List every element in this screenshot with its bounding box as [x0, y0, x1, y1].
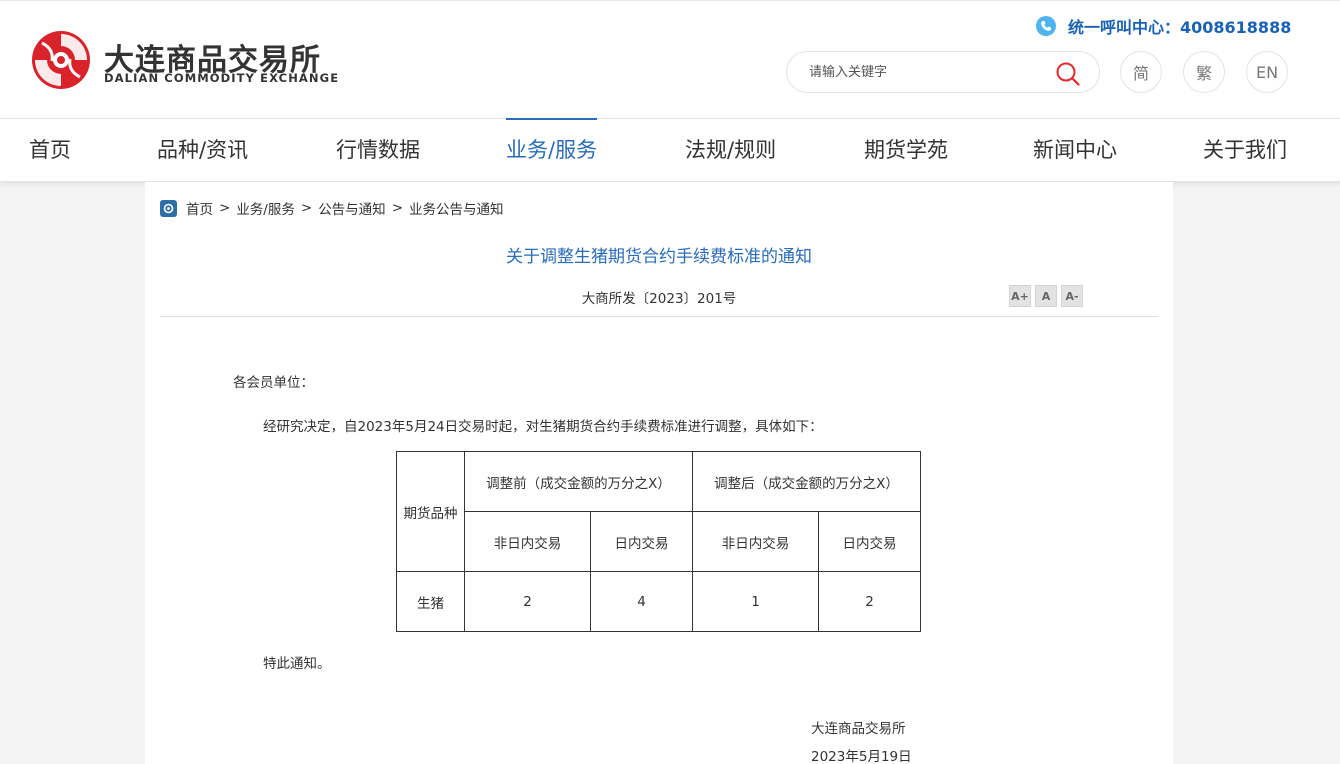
- breadcrumb-item-business[interactable]: 业务/服务: [236, 198, 295, 218]
- title-divider: [160, 316, 1158, 317]
- table-cell-product: 生猪: [396, 571, 465, 632]
- dce-logo-icon: [32, 31, 90, 89]
- breadcrumb-item-notices[interactable]: 公告与通知: [318, 198, 386, 218]
- fee-table: 期货品种 调整前（成交金额的万分之X） 调整后（成交金额的万分之X） 非日内交易…: [396, 451, 921, 632]
- issue-date: 2023年5月19日: [811, 749, 912, 764]
- search-box: [786, 51, 1100, 93]
- article-title: 关于调整生猪期货合约手续费标准的通知: [506, 247, 812, 267]
- table-row: 生猪 2 4 1 2: [396, 571, 921, 632]
- breadcrumb-item-business-notices[interactable]: 业务公告与通知: [409, 198, 504, 218]
- nav-item-news[interactable]: 新闻中心: [1033, 119, 1117, 182]
- nav-item-home[interactable]: 首页: [29, 119, 71, 182]
- table-cell: 2: [464, 571, 591, 632]
- breadcrumb-separator: >: [219, 200, 231, 216]
- table-header-after: 调整后（成交金额的万分之X）: [692, 451, 921, 512]
- breadcrumb-separator: >: [300, 200, 313, 216]
- hotline-label: 统一呼叫中心：4008618888: [1068, 18, 1292, 37]
- signature: 大连商品交易所: [811, 721, 906, 737]
- nav-item-business[interactable]: 业务/服务: [506, 118, 598, 182]
- intro-paragraph: 经研究决定，自2023年5月24日交易时起，对生猪期货合约手续费标准进行调整，具…: [263, 419, 823, 435]
- font-decrease-button[interactable]: A-: [1061, 285, 1083, 307]
- nav-item-market-data[interactable]: 行情数据: [336, 119, 420, 182]
- breadcrumb-item-home[interactable]: 首页: [186, 198, 213, 218]
- lang-simplified-button[interactable]: 简: [1120, 51, 1162, 93]
- site-header: 大连商品交易所 DALIAN COMMODITY EXCHANGE 统一呼叫中心…: [0, 0, 1340, 118]
- table-cell: 1: [692, 571, 819, 632]
- breadcrumb: 首页 > 业务/服务 > 公告与通知 > 业务公告与通知: [160, 198, 504, 218]
- table-subheader: 日内交易: [818, 511, 921, 572]
- nav-item-academy[interactable]: 期货学苑: [864, 119, 948, 182]
- logo-english-name: DALIAN COMMODITY EXCHANGE: [104, 71, 340, 85]
- table-cell: 4: [590, 571, 693, 632]
- main-nav: 首页 品种/资讯 行情数据 业务/服务 法规/规则 期货学苑 新闻中心 关于我们: [0, 118, 1340, 181]
- nav-item-products[interactable]: 品种/资讯: [157, 119, 248, 182]
- article-panel: 首页 > 业务/服务 > 公告与通知 > 业务公告与通知 关于调整生猪期货合约手…: [145, 182, 1173, 764]
- hotline: 统一呼叫中心：4008618888: [1036, 14, 1291, 38]
- lang-english-button[interactable]: EN: [1246, 51, 1288, 93]
- search-icon[interactable]: [1055, 61, 1081, 87]
- font-increase-button[interactable]: A+: [1009, 285, 1031, 307]
- lang-traditional-button[interactable]: 繁: [1183, 51, 1225, 93]
- nav-item-regulations[interactable]: 法规/规则: [685, 119, 776, 182]
- table-subheader: 非日内交易: [692, 511, 819, 572]
- closing-line: 特此通知。: [263, 656, 331, 672]
- table-cell: 2: [818, 571, 921, 632]
- table-subheader: 日内交易: [590, 511, 693, 572]
- search-input[interactable]: [809, 62, 1049, 82]
- breadcrumb-separator: >: [391, 200, 403, 216]
- home-icon[interactable]: [160, 199, 177, 217]
- font-size-tools: A+ A A-: [1009, 285, 1087, 307]
- nav-item-about[interactable]: 关于我们: [1203, 119, 1287, 182]
- table-subheader: 非日内交易: [464, 511, 591, 572]
- phone-icon: [1036, 16, 1056, 36]
- site-logo[interactable]: 大连商品交易所 DALIAN COMMODITY EXCHANGE: [30, 29, 350, 93]
- salutation: 各会员单位：: [233, 375, 314, 391]
- font-default-button[interactable]: A: [1035, 285, 1057, 307]
- table-header-product: 期货品种: [396, 451, 465, 572]
- table-header-before: 调整前（成交金额的万分之X）: [464, 451, 693, 512]
